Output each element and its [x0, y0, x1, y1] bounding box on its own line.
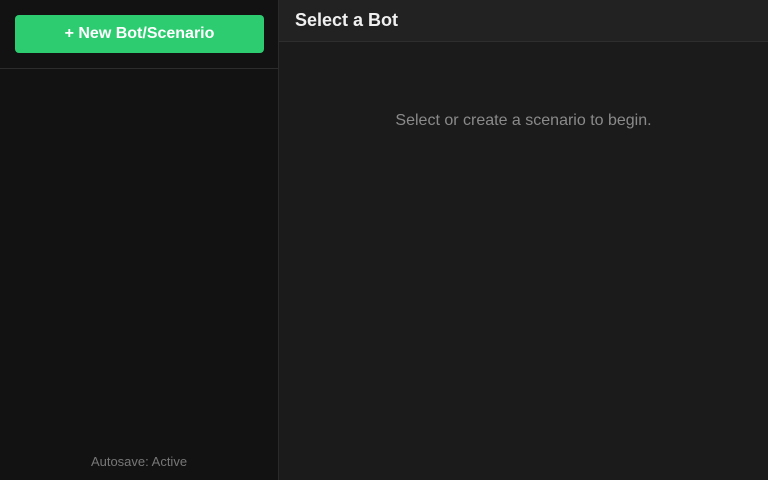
main-header: Select a Bot [279, 0, 768, 42]
page-title: Select a Bot [295, 10, 399, 30]
app-window: + New Bot/Scenario Autosave: Active Sele… [0, 0, 768, 480]
autosave-status: Autosave: Active [90, 454, 188, 469]
bot-list[interactable] [0, 69, 278, 480]
sidebar: + New Bot/Scenario Autosave: Active [0, 0, 279, 480]
new-bot-scenario-button[interactable]: + New Bot/Scenario [15, 15, 264, 53]
main-content: Select or create a scenario to begin. [279, 42, 768, 480]
sidebar-header: + New Bot/Scenario [0, 0, 278, 69]
empty-state-message: Select or create a scenario to begin. [395, 112, 652, 129]
main-panel: Select a Bot Select or create a scenario… [279, 0, 768, 480]
